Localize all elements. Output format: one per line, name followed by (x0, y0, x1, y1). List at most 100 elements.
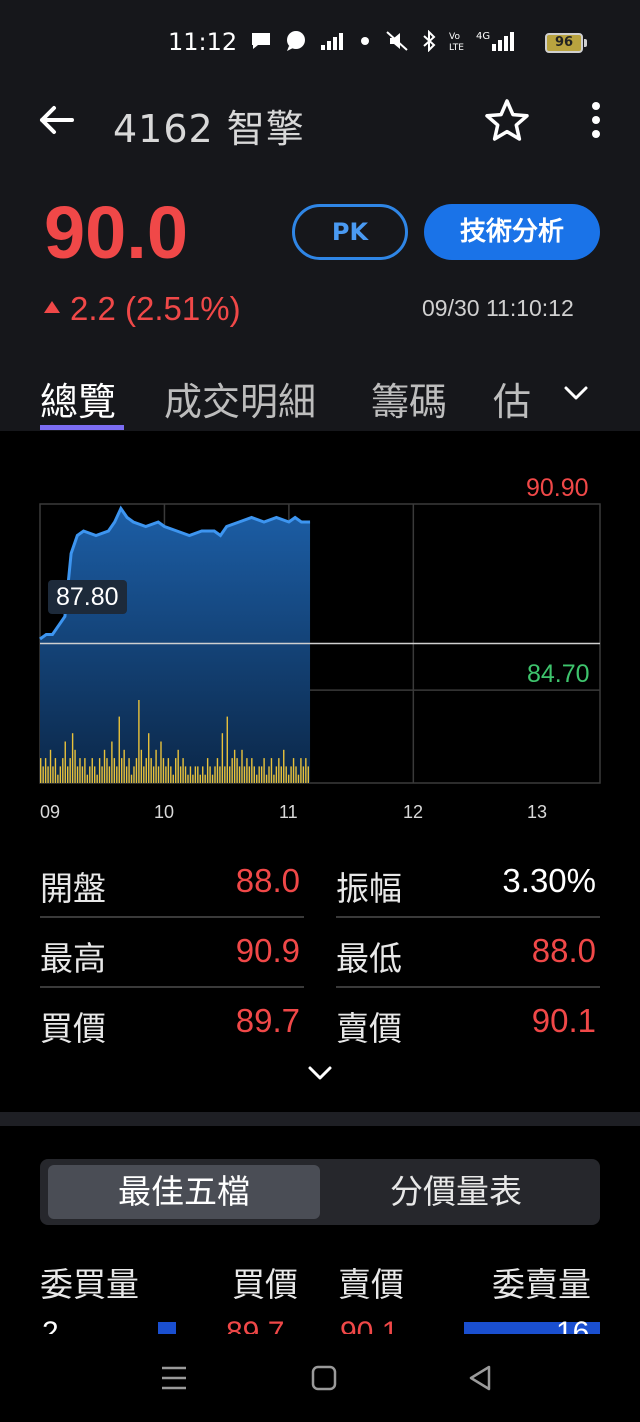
volume-bar (152, 766, 155, 783)
more-vertical-icon[interactable] (588, 100, 604, 140)
chevron-down-icon[interactable] (562, 379, 590, 407)
volume-bar (292, 758, 295, 783)
volume-bar (91, 758, 93, 783)
arrow-left-icon[interactable] (36, 100, 76, 140)
volume-bar (125, 766, 128, 783)
volume-bar (157, 766, 160, 783)
expand-chevron-icon[interactable] (306, 1062, 334, 1084)
current-price: 90.0 (44, 191, 189, 274)
volume-bar (243, 766, 246, 783)
volume-bar (246, 758, 248, 783)
volume-bar (248, 766, 251, 783)
volume-bar (221, 733, 224, 783)
stat-value: 89.7 (235, 1002, 300, 1039)
volume-bar (108, 766, 111, 783)
volume-bar (182, 758, 184, 783)
stat-open: 開盤 88.0 (40, 848, 304, 918)
stat-value: 90.1 (531, 1002, 596, 1039)
volume-bar (165, 766, 167, 783)
volume-bar (59, 766, 62, 783)
volume-bar (118, 716, 120, 783)
volume-bar (211, 774, 214, 783)
volume-bar (111, 741, 113, 783)
stat-low: 最低 88.0 (336, 918, 600, 988)
volume-bar (64, 741, 66, 783)
section-divider (0, 1112, 640, 1126)
tab-bar: 總覽 成交明細 籌碼 估 (0, 365, 640, 431)
volume-bar (172, 774, 174, 783)
volume-bar (219, 766, 221, 783)
volume-bar (224, 766, 226, 783)
volume-bar (76, 766, 79, 783)
svg-text:Vo: Vo (449, 32, 460, 42)
volume-bar (280, 766, 282, 783)
volume-bar (79, 758, 81, 783)
volume-bar (260, 766, 263, 783)
tab-overview[interactable]: 總覽 (40, 371, 116, 426)
volume-bar (57, 774, 59, 783)
volume-bar (194, 766, 197, 783)
volume-bar (204, 774, 206, 783)
x-tick-label: 09 (40, 802, 61, 822)
back-triangle-icon[interactable] (462, 1360, 498, 1396)
price-change-value: 2.2 (2.51%) (70, 290, 241, 327)
message-icon (287, 31, 305, 51)
pk-button[interactable]: PK (292, 204, 408, 260)
quote-timestamp: 09/30 11:10:12 (422, 295, 574, 321)
stat-value: 90.9 (235, 932, 300, 969)
battery-tip (584, 39, 587, 47)
cell-signal-icon: 4G (476, 31, 514, 51)
x-tick-label: 10 (154, 802, 175, 822)
volume-bar (275, 766, 278, 783)
menu-icon[interactable] (156, 1360, 192, 1396)
volume-bar (268, 766, 270, 783)
stock-title: 4162 智擎 (113, 107, 305, 151)
tab-valuation[interactable]: 估 (493, 371, 531, 426)
volume-bar (285, 766, 287, 783)
volume-bar (192, 774, 194, 783)
status-icons: Vo LTE 4G (250, 30, 516, 52)
volume-bar (258, 766, 260, 783)
stats-row: 最高 90.9 最低 88.0 (40, 918, 600, 988)
volume-bar (233, 749, 236, 783)
volume-bar (278, 758, 280, 783)
segment-price-volume[interactable]: 分價量表 (320, 1165, 592, 1219)
volume-bar (270, 758, 273, 783)
volume-bar (170, 766, 172, 783)
volume-bar (167, 758, 170, 783)
home-square-icon[interactable] (306, 1360, 342, 1396)
volume-bar (202, 766, 204, 783)
header-sell-qty: 委賣量 (492, 1265, 591, 1304)
volume-bar (67, 766, 69, 783)
stats-row: 開盤 88.0 振幅 3.30% (40, 848, 600, 918)
volume-bar (135, 758, 138, 783)
x-tick-label: 11 (279, 802, 298, 822)
volume-bar (62, 758, 64, 783)
y-min-label: 84.70 (527, 660, 590, 688)
volume-bar (216, 758, 219, 783)
volume-bar (138, 700, 140, 783)
tab-trade-details[interactable]: 成交明細 (164, 371, 316, 426)
stat-amplitude: 振幅 3.30% (336, 848, 600, 918)
volume-bar (145, 758, 147, 783)
volume-bar (42, 766, 44, 783)
volume-bar (197, 766, 199, 783)
volume-bar (283, 749, 285, 783)
volume-bar (74, 749, 76, 783)
price-change: 2.2 (2.51%) (44, 290, 241, 328)
segment-best-five[interactable]: 最佳五檔 (48, 1165, 320, 1219)
volume-bar (302, 766, 305, 783)
stat-label: 振幅 (336, 869, 402, 908)
tab-chips[interactable]: 籌碼 (371, 371, 447, 426)
active-tab-indicator (40, 425, 124, 430)
stat-label: 買價 (40, 1009, 106, 1048)
stat-high: 最高 90.9 (40, 918, 304, 988)
x-tick-label: 12 (403, 802, 424, 822)
star-outline-icon[interactable] (484, 98, 530, 144)
technical-analysis-button[interactable]: 技術分析 (424, 204, 600, 260)
volume-bar (89, 766, 91, 783)
volume-bar (229, 766, 231, 783)
volume-bar (177, 749, 179, 783)
volume-bar (71, 733, 74, 783)
volume-bar (187, 774, 189, 783)
